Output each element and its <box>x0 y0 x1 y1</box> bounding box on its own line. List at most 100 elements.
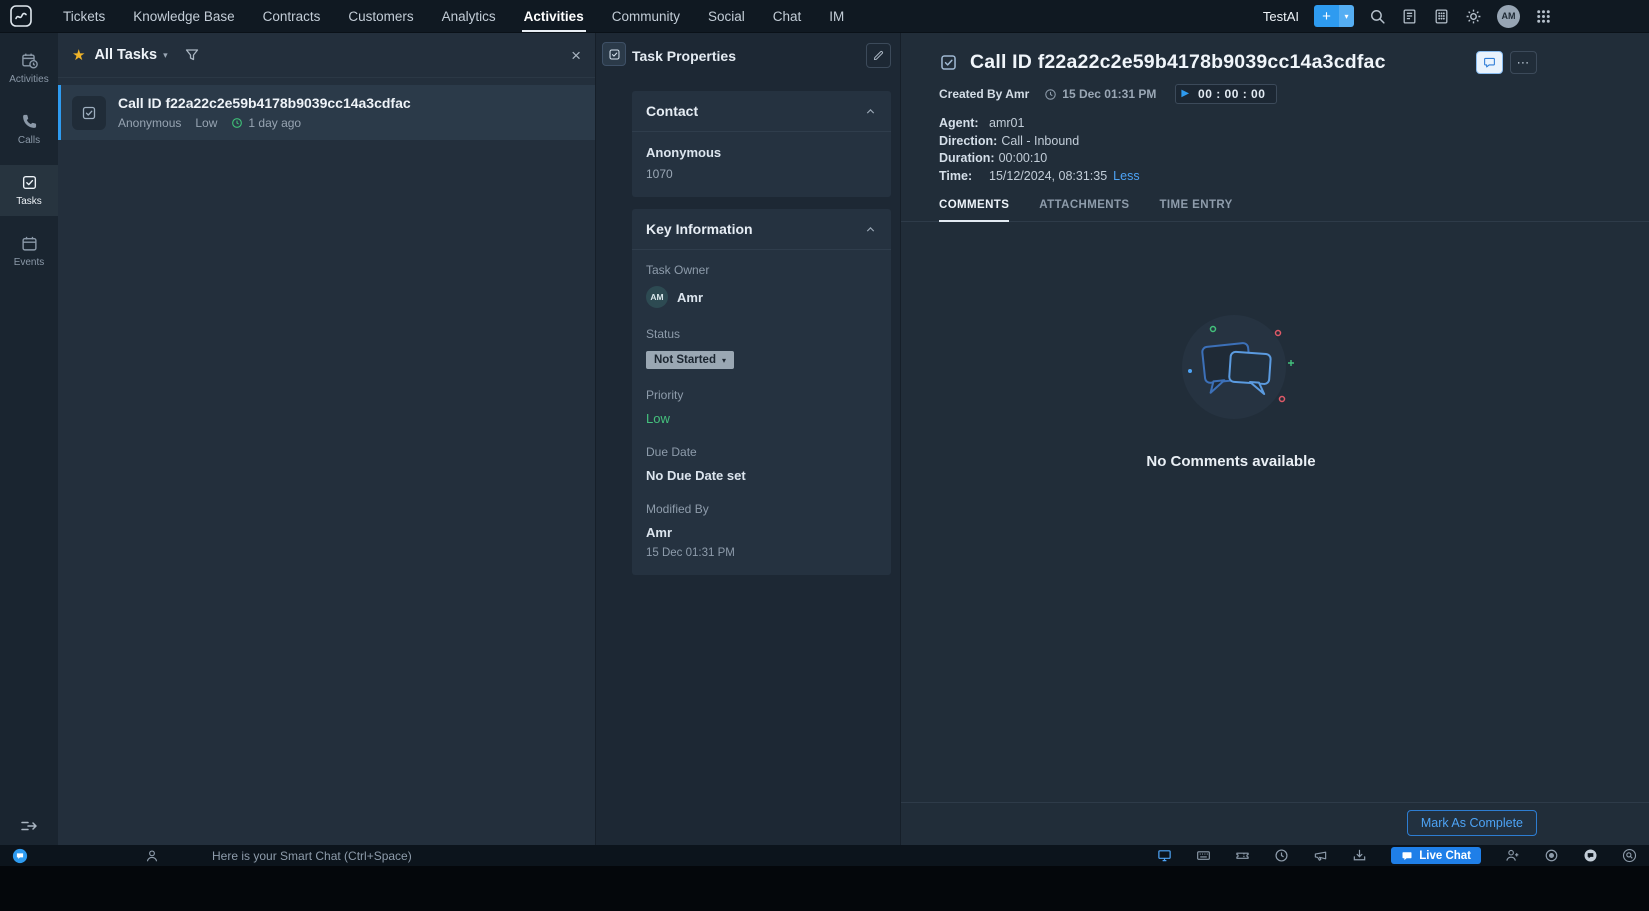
key-information-section: Key Information Task Owner AM Amr St <box>632 209 891 575</box>
task-list-item[interactable]: Call ID f22a22c2e59b4178b9039cc14a3cdfac… <box>58 85 595 140</box>
less-link[interactable]: Less <box>1113 169 1139 183</box>
announcement-icon[interactable] <box>1313 848 1328 863</box>
nav-item-im[interactable]: IM <box>815 0 858 32</box>
add-dropdown-caret-icon[interactable]: ▾ <box>1339 5 1354 27</box>
activities-icon <box>21 52 38 69</box>
dialpad-icon[interactable] <box>1433 8 1450 25</box>
detail-subheader: Created By Amr 15 Dec 01:31 PM ▶ 00 : 00… <box>939 84 1649 104</box>
contact-section: Contact Anonymous 1070 <box>632 91 891 197</box>
contact-name[interactable]: Anonymous <box>646 145 877 160</box>
sidebar-item-label: Events <box>14 257 45 268</box>
record-tab-rail <box>596 33 632 845</box>
events-icon <box>21 235 38 252</box>
nav-item-activities[interactable]: Activities <box>510 0 598 32</box>
nav-right-cluster: TestAI + ▾ AM <box>1263 5 1649 28</box>
sidebar-item-activities[interactable]: Activities <box>0 43 58 94</box>
user-avatar[interactable]: AM <box>1497 5 1520 28</box>
nav-item-analytics[interactable]: Analytics <box>428 0 510 32</box>
modified-time: 15 Dec 01:31 PM <box>646 547 877 559</box>
chevron-up-icon <box>864 223 877 236</box>
key-information-body: Task Owner AM Amr Status Not Started ▾ <box>632 250 891 575</box>
sidebar-item-label: Tasks <box>16 196 42 207</box>
comment-action-button[interactable] <box>1476 51 1503 74</box>
tasks-icon <box>21 174 38 191</box>
nav-item-chat[interactable]: Chat <box>759 0 816 32</box>
detail-tabs: COMMENTS ATTACHMENTS TIME ENTRY <box>901 199 1649 222</box>
detail-header: Call ID f22a22c2e59b4178b9039cc14a3cdfac… <box>901 33 1649 74</box>
record-icon[interactable] <box>1544 848 1559 863</box>
contact-section-header[interactable]: Contact <box>632 91 891 132</box>
settings-gear-icon[interactable] <box>1465 8 1482 25</box>
sidebar-item-tasks[interactable]: Tasks <box>0 165 58 216</box>
sidebar-item-events[interactable]: Events <box>0 226 58 277</box>
task-detail-panel: Call ID f22a22c2e59b4178b9039cc14a3cdfac… <box>900 33 1649 845</box>
filter-icon[interactable] <box>184 47 200 63</box>
whats-new-icon[interactable] <box>1401 8 1418 25</box>
mark-as-complete-button[interactable]: Mark As Complete <box>1407 810 1537 836</box>
priority-value: Low <box>646 411 877 426</box>
tab-comments[interactable]: COMMENTS <box>939 199 1009 211</box>
search-icon[interactable] <box>1369 8 1386 25</box>
add-button[interactable]: + <box>1314 5 1339 27</box>
screen-share-icon[interactable] <box>1157 848 1172 863</box>
expand-sidebar-icon[interactable] <box>20 819 38 833</box>
app-logo-icon[interactable] <box>9 4 33 28</box>
duration-label: Duration: <box>939 150 995 168</box>
more-actions-button[interactable]: ⋯ <box>1510 51 1537 74</box>
task-owner-label: Task Owner <box>646 263 877 277</box>
modified-by-label: Modified By <box>646 502 877 516</box>
keyboard-icon[interactable] <box>1196 848 1211 863</box>
close-list-icon[interactable]: × <box>571 47 581 64</box>
created-by: Created By Amr <box>939 87 1029 101</box>
primary-nav: Tickets Knowledge Base Contracts Custome… <box>49 0 858 32</box>
nav-item-contracts[interactable]: Contracts <box>249 0 335 32</box>
created-time: 15 Dec 01:31 PM <box>1062 87 1156 101</box>
invite-user-icon[interactable] <box>1505 848 1520 863</box>
nav-item-community[interactable]: Community <box>598 0 694 32</box>
agent-value: amr01 <box>989 116 1024 130</box>
nav-item-knowledge-base[interactable]: Knowledge Base <box>119 0 248 32</box>
tab-attachments[interactable]: ATTACHMENTS <box>1039 199 1129 211</box>
smart-chat-icon[interactable] <box>12 848 28 864</box>
chevron-up-icon <box>864 105 877 118</box>
edit-properties-icon[interactable] <box>866 43 891 68</box>
properties-scroll-area: Contact Anonymous 1070 Key Information <box>632 78 891 587</box>
module-sidebar: Activities Calls Tasks Events <box>0 33 58 845</box>
inbox-tray-icon[interactable] <box>1352 848 1367 863</box>
call-info-fields: Agent:amr01 Direction:Call - Inbound Dur… <box>939 115 1649 185</box>
timer-widget[interactable]: ▶ 00 : 00 : 00 <box>1175 84 1277 104</box>
status-label: Status <box>646 327 877 341</box>
duration-value: 00:00:10 <box>999 151 1048 165</box>
nav-item-customers[interactable]: Customers <box>334 0 427 32</box>
direction-field: Direction:Call - Inbound <box>939 133 1649 151</box>
history-clock-icon[interactable] <box>1274 848 1289 863</box>
nav-item-tickets[interactable]: Tickets <box>49 0 119 32</box>
properties-title: Task Properties <box>632 48 736 64</box>
task-list-header: ★ All Tasks ▾ × <box>58 33 595 78</box>
play-icon[interactable]: ▶ <box>1181 89 1189 99</box>
sidebar-item-label: Activities <box>9 74 48 85</box>
task-item-priority: Low <box>195 116 217 130</box>
live-chat-button[interactable]: Live Chat <box>1391 847 1481 864</box>
task-record-tab[interactable] <box>602 42 626 66</box>
status-dropdown[interactable]: Not Started ▾ <box>646 351 734 369</box>
agent-field: Agent:amr01 <box>939 115 1649 133</box>
profile-icon[interactable] <box>145 849 159 863</box>
tab-time-entry[interactable]: TIME ENTRY <box>1160 199 1233 211</box>
chat-widget-icon[interactable] <box>1583 848 1598 863</box>
direction-value: Call - Inbound <box>1001 134 1079 148</box>
clock-icon <box>1044 88 1057 101</box>
favorite-star-icon[interactable]: ★ <box>72 48 85 63</box>
key-information-header[interactable]: Key Information <box>632 209 891 250</box>
org-name[interactable]: TestAI <box>1263 9 1299 24</box>
ticket-icon[interactable] <box>1235 848 1250 863</box>
task-view-selector[interactable]: All Tasks ▾ <box>94 47 167 63</box>
search-widget-icon[interactable] <box>1622 848 1637 863</box>
smart-chat-input[interactable]: Here is your Smart Chat (Ctrl+Space) <box>212 849 412 863</box>
task-list-panel: ★ All Tasks ▾ × Call ID f22a22c2e59b4178… <box>58 33 595 845</box>
apps-grid-icon[interactable] <box>1535 8 1552 25</box>
empty-comments-illustration <box>1156 307 1306 427</box>
detail-header-actions: ⋯ <box>1476 51 1537 74</box>
nav-item-social[interactable]: Social <box>694 0 759 32</box>
sidebar-item-calls[interactable]: Calls <box>0 104 58 155</box>
